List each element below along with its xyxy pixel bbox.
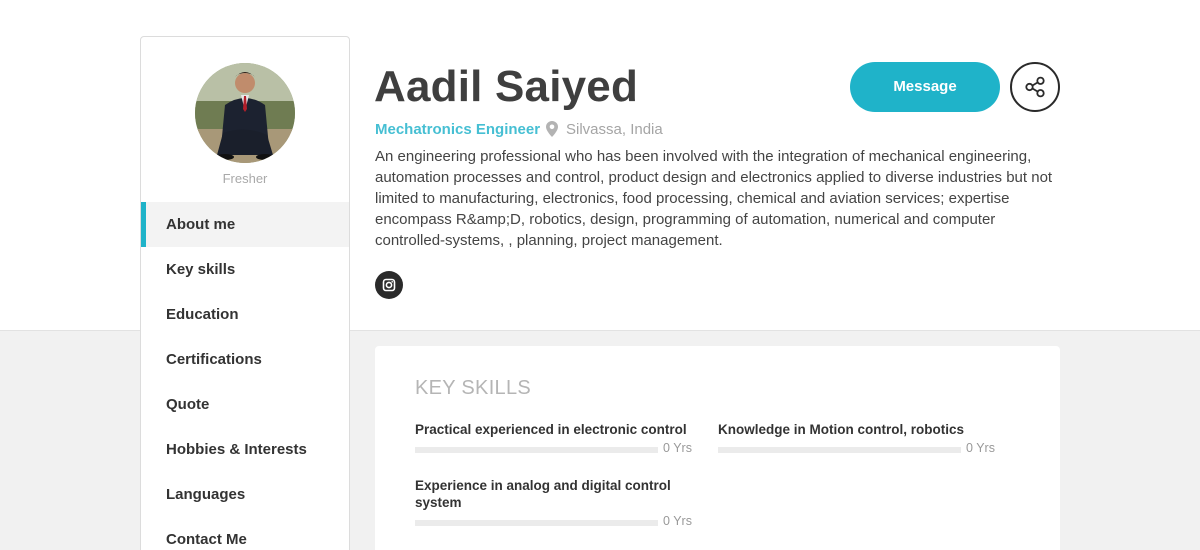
sidebar-item-about-me[interactable]: About me — [141, 202, 349, 247]
skill-progress-bar — [718, 447, 961, 453]
skill-years: 0 Yrs — [966, 441, 995, 455]
sidebar-item-certifications[interactable]: Certifications — [141, 337, 349, 382]
skill-name: Experience in analog and digital control… — [415, 478, 671, 510]
key-skills-title: KEY SKILLS — [415, 377, 532, 399]
profile-role: Mechatronics Engineer — [375, 121, 541, 138]
avatar — [195, 63, 295, 163]
profile-location: Silvassa, India — [566, 121, 663, 138]
sidebar-item-languages[interactable]: Languages — [141, 472, 349, 517]
skill-item: Knowledge in Motion control, robotics 0 … — [718, 421, 995, 457]
location-pin-icon — [546, 121, 558, 142]
profile-name: Aadil Saiyed — [374, 62, 639, 111]
sidebar-item-quote[interactable]: Quote — [141, 382, 349, 427]
sidebar-item-hobbies[interactable]: Hobbies & Interests — [141, 427, 349, 472]
skill-progress-bar — [415, 447, 658, 453]
share-button[interactable] — [1010, 62, 1060, 112]
sidebar-item-education[interactable]: Education — [141, 292, 349, 337]
message-button[interactable]: Message — [850, 62, 1000, 112]
skill-item: Practical experienced in electronic cont… — [415, 421, 692, 457]
instagram-icon[interactable] — [375, 271, 403, 299]
sidebar-item-key-skills[interactable]: Key skills — [141, 247, 349, 292]
skill-years: 0 Yrs — [663, 514, 692, 528]
skill-years: 0 Yrs — [663, 441, 692, 455]
profile-sidebar: Fresher About me Key skills Education Ce… — [140, 36, 350, 550]
share-icon — [1025, 76, 1045, 98]
skill-item: Experience in analog and digital control… — [415, 477, 692, 530]
skill-name: Knowledge in Motion control, robotics — [718, 422, 964, 437]
profile-bio: An engineering professional who has been… — [375, 148, 1053, 249]
sidebar-nav: About me Key skills Education Certificat… — [141, 202, 349, 550]
sidebar-item-contact-me[interactable]: Contact Me — [141, 517, 349, 550]
skill-name: Practical experienced in electronic cont… — [415, 422, 687, 437]
profile-status: Fresher — [222, 171, 268, 186]
skill-progress-bar — [415, 520, 658, 526]
key-skills-card: KEY SKILLS Practical experienced in elec… — [375, 346, 1060, 550]
